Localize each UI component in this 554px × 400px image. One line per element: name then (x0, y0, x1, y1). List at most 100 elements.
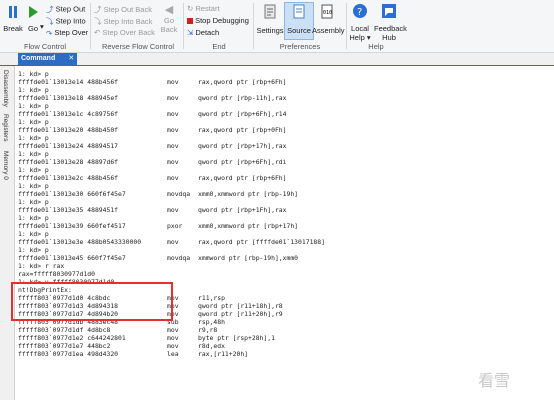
assembly-icon: 010 (321, 4, 333, 19)
ribbon-toolbar: Break Go ▾ ⤴ Step Out ⤵ Step Into ↷ Step… (0, 0, 554, 53)
stop-debugging-button[interactable]: Stop Debugging (187, 16, 249, 25)
mnemonic: movdqa (167, 190, 191, 198)
detach-label: Detach (195, 28, 220, 37)
output-text: 1: kd> p (18, 198, 49, 206)
source-label: Source (287, 26, 311, 35)
output-text: 1: kd> p (18, 246, 49, 254)
output-text: 1: kd> p (18, 166, 49, 174)
mnemonic: mov (167, 110, 179, 118)
step-over-icon: ↷ (46, 28, 53, 38)
step-out-back-button[interactable]: ⤴ Step Out Back (94, 4, 152, 15)
window-tab-bar: Command ✕ (0, 53, 554, 66)
output-text: rax=fffff8030977d1d0 (18, 270, 95, 278)
address-bytes: ffffde01`13013e1c 4c89756f (18, 110, 119, 118)
feedback-label-2: Hub (382, 33, 396, 42)
help-group-label: Help (368, 42, 384, 51)
mnemonic: mov (167, 334, 179, 342)
operands: qword ptr [rbp+17h],rax (198, 142, 287, 150)
address-bytes: ffffde01`13013e45 660f7f45e7 (18, 254, 126, 262)
source-icon (293, 4, 305, 19)
step-into-back-label: Step Into Back (103, 17, 153, 26)
address-bytes: ffffde01`13013e39 660fef4517 (18, 222, 126, 230)
feedback-hub-button[interactable]: Feedback Hub (374, 3, 407, 42)
side-tab-registers[interactable]: Registers (2, 114, 9, 141)
restart-label: Restart (195, 4, 220, 13)
address-bytes: ffffde01`13013e30 660f6f45e7 (18, 190, 126, 198)
address-bytes: ffffde01`13013e28 48897d6f (18, 158, 119, 166)
tab-command[interactable]: Command ✕ (18, 53, 78, 65)
step-into-back-button[interactable]: ⤵ Step Into Back (94, 16, 152, 27)
source-button[interactable]: Source (284, 2, 314, 40)
operands: rax,qword ptr [ffffde01`13017188] (198, 238, 325, 246)
address-bytes: ffffde01`13013e18 488945ef (18, 94, 119, 102)
go-back-label-2: Back (160, 25, 178, 34)
settings-icon (264, 4, 276, 19)
side-tab-disassembly[interactable]: Disassembly (2, 70, 9, 107)
step-into-button[interactable]: ⤵ Step Into (46, 16, 86, 27)
end-group-label: End (212, 42, 226, 51)
break-label: Break (3, 24, 23, 33)
assembly-button[interactable]: 010 Assembly (312, 3, 345, 35)
mnemonic: mov (167, 326, 179, 334)
feedback-label-1: Feedback (374, 24, 407, 33)
highlight-box (11, 282, 173, 321)
play-icon (29, 6, 38, 18)
assembly-label: Assembly (312, 26, 345, 35)
address-bytes: ffffde01`13013e2c 488b456f (18, 174, 119, 182)
operands: qword ptr [rbp+6Fh],r14 (198, 110, 287, 118)
operands: qword ptr [r11+20h],r9 (198, 310, 283, 318)
command-output[interactable]: 1: kd> p ffffde01`13013e14 488b456f mov rax… (16, 66, 554, 400)
operands: qword ptr [rbp+1Fh],rax (198, 206, 287, 214)
operands: xmm0,xmmword ptr [rbp-19h] (198, 190, 299, 198)
address-bytes: fffff803`0977d1e2 c644242801 (18, 334, 126, 342)
pause-icon (9, 6, 17, 18)
step-into-icon: ⤵ (46, 17, 54, 26)
address-bytes: ffffde01`13013e20 488b450f (18, 126, 119, 134)
close-icon[interactable]: ✕ (68, 53, 74, 65)
operands: qword ptr [rbp-11h],rax (198, 94, 287, 102)
svg-text:010: 010 (323, 10, 332, 16)
step-out-back-label: Step Out Back (103, 5, 152, 14)
go-dropdown-icon[interactable]: ▾ (40, 22, 44, 31)
watermark-logo: 看雪 (478, 371, 511, 390)
side-tab-memory[interactable]: Memory 0 (2, 151, 9, 180)
go-button[interactable]: Go (26, 4, 40, 40)
output-text: 1: kd> p (18, 214, 49, 222)
address-bytes: ffffde01`13013e24 48894517 (18, 142, 119, 150)
stop-debugging-label: Stop Debugging (195, 16, 249, 25)
local-help-button[interactable]: ? Local Help ▾ (348, 3, 372, 42)
detach-button[interactable]: ⇲ Detach (187, 28, 219, 37)
step-into-back-icon: ⤵ (94, 17, 102, 26)
operands: byte ptr [rsp+28h],1 (198, 334, 275, 342)
detach-icon: ⇲ (187, 28, 194, 37)
operands: xmmword ptr [rbp-19h],xmm0 (198, 254, 299, 262)
output-text: 1: kd> r rax (18, 262, 65, 270)
step-into-label: Step Into (55, 16, 86, 26)
flow-control-group-label: Flow Control (23, 42, 67, 51)
step-over-back-label: Step Over Back (102, 28, 155, 37)
step-out-button[interactable]: ⤴ Step Out (46, 4, 85, 15)
mnemonic: movdqa (167, 254, 191, 262)
group-divider (90, 3, 91, 49)
go-label: Go (27, 24, 38, 33)
output-text: 1: kd> p (18, 118, 49, 126)
svg-text:?: ? (357, 7, 362, 18)
tab-command-label: Command (21, 55, 56, 62)
mnemonic: mov (167, 94, 179, 102)
restart-button[interactable]: ↻ Restart (187, 4, 220, 13)
step-out-icon: ⤴ (46, 5, 54, 14)
restart-icon: ↻ (187, 4, 194, 13)
step-over-back-button[interactable]: ↶ Step Over Back (94, 28, 155, 37)
side-tab-strip: Disassembly Registers Memory 0 (0, 66, 15, 400)
reverse-flow-group-label: Reverse Flow Control (101, 42, 175, 51)
settings-button[interactable]: Settings (256, 3, 284, 35)
go-back-button[interactable]: ◀ Go Back (158, 4, 180, 34)
address-bytes: fffff803`0977d1e7 448bc2 (18, 342, 111, 350)
local-help-label-1: Local (351, 24, 369, 33)
operands: r11,rsp (198, 294, 225, 302)
step-over-button[interactable]: ↷ Step Over (46, 28, 88, 38)
break-button[interactable]: Break (2, 4, 24, 40)
step-out-label: Step Out (55, 4, 86, 14)
output-text: 1: kd> p (18, 70, 49, 78)
mnemonic: mov (167, 238, 179, 246)
